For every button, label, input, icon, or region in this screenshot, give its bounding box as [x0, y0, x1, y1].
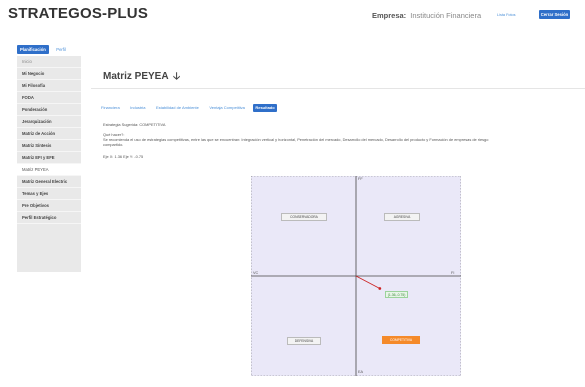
sidebar-item-perfil-estrategico[interactable]: Perfil Estratégico [17, 212, 81, 224]
axis-label-right: FI [451, 271, 455, 275]
peyea-chart-svg [251, 176, 461, 376]
tab-estabilidad-ambiente[interactable]: Estabilidad de Ambiente [154, 104, 201, 112]
axis-label-bottom: EA [358, 370, 364, 374]
main-content: Matriz PEYEA 🡣 Financiera Industria Esta… [91, 56, 585, 387]
quadrant-agresiva: AGRESIVA [384, 213, 420, 221]
sidebar: Inicio Mi Negocio Mi Filosofía FODA Pond… [17, 56, 81, 272]
download-arrow-icon[interactable]: 🡣 [173, 71, 180, 82]
quadrant-competitiva: COMPETITIVA [382, 336, 420, 344]
axes-values: Eje X: 1.36 Eje Y: -0.75 [103, 154, 144, 159]
company-name: Institución Financiera [410, 11, 482, 20]
axis-label-top: FF [358, 177, 363, 181]
sidebar-item-jerarquizacion[interactable]: Jerarquización [17, 116, 81, 128]
sidebar-item-foda[interactable]: FODA [17, 92, 81, 104]
sidebar-item-pre-objetivos[interactable]: Pre Objetivos [17, 200, 81, 212]
sidebar-item-matriz-efi-efe[interactable]: Matriz EFI y EFE [17, 152, 81, 164]
peyea-chart: FF EA VC FI CONSERVADORA AGRESIVA DEFENS… [251, 176, 461, 376]
title-divider [91, 88, 585, 89]
axis-label-left: VC [253, 271, 259, 275]
tab-ventaja-competitiva[interactable]: Ventaja Competitiva [207, 104, 247, 112]
sidebar-item-matriz-accion[interactable]: Matriz de Acción [17, 128, 81, 140]
point-coordinates-label: (1.36,-0.75) [384, 290, 409, 298]
tab-resultado[interactable]: Resultado [253, 104, 277, 112]
page-title: Matriz PEYEA 🡣 [103, 69, 180, 86]
logout-button[interactable]: Cerrar Sesión [539, 10, 570, 19]
quadrant-conservadora: CONSERVADORA [281, 213, 327, 221]
recommendation-text: Se recomienda el uso de estrategias comp… [103, 137, 489, 142]
result-subtabs: Financiera Industria Estabilidad de Ambi… [99, 96, 279, 112]
tab-planificacion[interactable]: Planificación [17, 45, 49, 54]
sidebar-item-temas-ejes[interactable]: Temas y Ejes [17, 188, 81, 200]
top-tabs: Planificación Perfil [17, 38, 69, 54]
sidebar-item-mi-negocio[interactable]: Mi Negocio [17, 68, 81, 80]
position-point [378, 287, 382, 290]
page-title-text: Matriz PEYEA [103, 71, 169, 82]
tab-financiera[interactable]: Financiera [99, 104, 122, 112]
tab-industria[interactable]: Industria [128, 104, 147, 112]
app-header: STRATEGOS-PLUS Empresa: Institución Fina… [0, 0, 585, 30]
sidebar-item-inicio[interactable]: Inicio [17, 56, 81, 68]
suggested-strategy: Estrategia Sugerida: COMPETITIVA [103, 122, 166, 127]
sidebar-item-mi-filosofia[interactable]: Mi Filosofía [17, 80, 81, 92]
sidebar-item-matriz-sintesis[interactable]: Matriz Síntesis [17, 140, 81, 152]
tab-perfil[interactable]: Perfil [53, 45, 69, 54]
sidebar-item-matriz-general-electric[interactable]: Matriz General Electric [17, 176, 81, 188]
company-label: Empresa: [372, 11, 407, 20]
quadrant-defensiva: DEFENSIVA [287, 337, 321, 345]
company-indicator: Empresa: Institución Financiera [372, 11, 481, 20]
sidebar-item-matriz-peyea[interactable]: Matriz PEYEA [17, 164, 81, 176]
sidebar-item-ponderacion[interactable]: Ponderación [17, 104, 81, 116]
app-brand: STRATEGOS-PLUS [8, 5, 149, 22]
company-link[interactable]: Lista Fotos [497, 13, 516, 17]
recommendation-text-cont: compartido. [103, 142, 124, 147]
